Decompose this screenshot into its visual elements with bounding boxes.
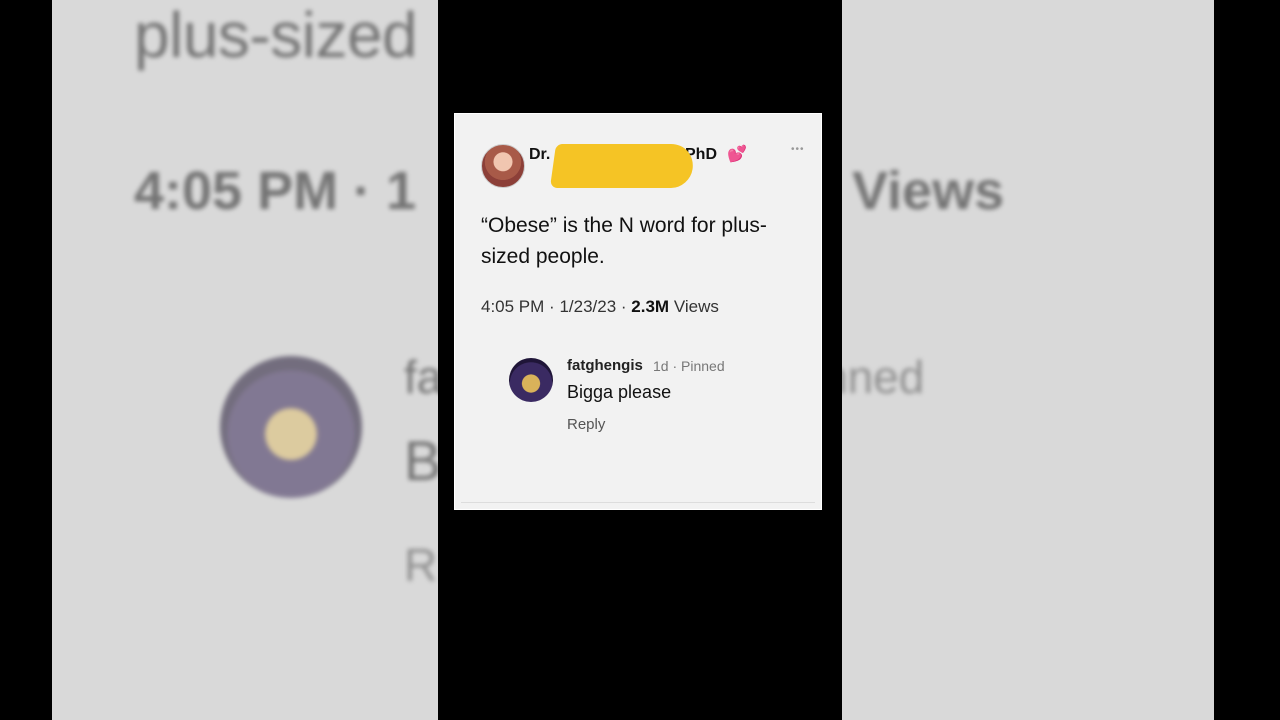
comment-age: 1d <box>653 358 669 374</box>
meta-separator-1: · <box>549 297 560 316</box>
redaction-mark <box>549 144 697 188</box>
comment-meta-separator: · <box>672 358 682 374</box>
author-name-prefix[interactable]: Dr. <box>529 146 550 164</box>
bg-reply: R <box>404 539 438 591</box>
bg-tweet-text: plus-sized <box>134 0 418 71</box>
card-divider <box>461 502 815 503</box>
reply-button[interactable]: Reply <box>567 416 605 433</box>
bg-name: fa <box>404 351 443 403</box>
comment-body: Bigga please <box>567 382 672 402</box>
views-count: 2.3M <box>631 297 670 316</box>
tweet-meta: 4:05 PM · 1/23/23 · 2.3M Views <box>481 297 719 317</box>
author-avatar[interactable] <box>481 144 525 188</box>
tweet-text: “Obese” is the N word for plus-sized peo… <box>481 214 767 268</box>
meta-separator-2: · <box>620 297 632 316</box>
comment-meta: 1d · Pinned <box>653 358 725 374</box>
pinned-label: Pinned <box>681 358 725 374</box>
tweet-time: 4:05 PM <box>481 297 545 316</box>
commenter-username[interactable]: fatghengis <box>567 357 643 374</box>
bg-body: B <box>404 429 442 492</box>
bg-meta: 4:05 PM · 1 <box>134 161 417 221</box>
commenter-avatar[interactable] <box>509 358 553 402</box>
tweet-date: 1/23/23 <box>559 297 617 316</box>
more-icon[interactable]: ••• <box>791 144 805 155</box>
bg-views: Views <box>852 161 1005 221</box>
views-label: Views <box>673 297 719 316</box>
heart-icon: 💕 <box>727 146 747 163</box>
screenshot-card: Dr. PhD 💕 ••• “Obese” is the N word for … <box>454 113 822 510</box>
bg-avatar <box>220 356 362 498</box>
